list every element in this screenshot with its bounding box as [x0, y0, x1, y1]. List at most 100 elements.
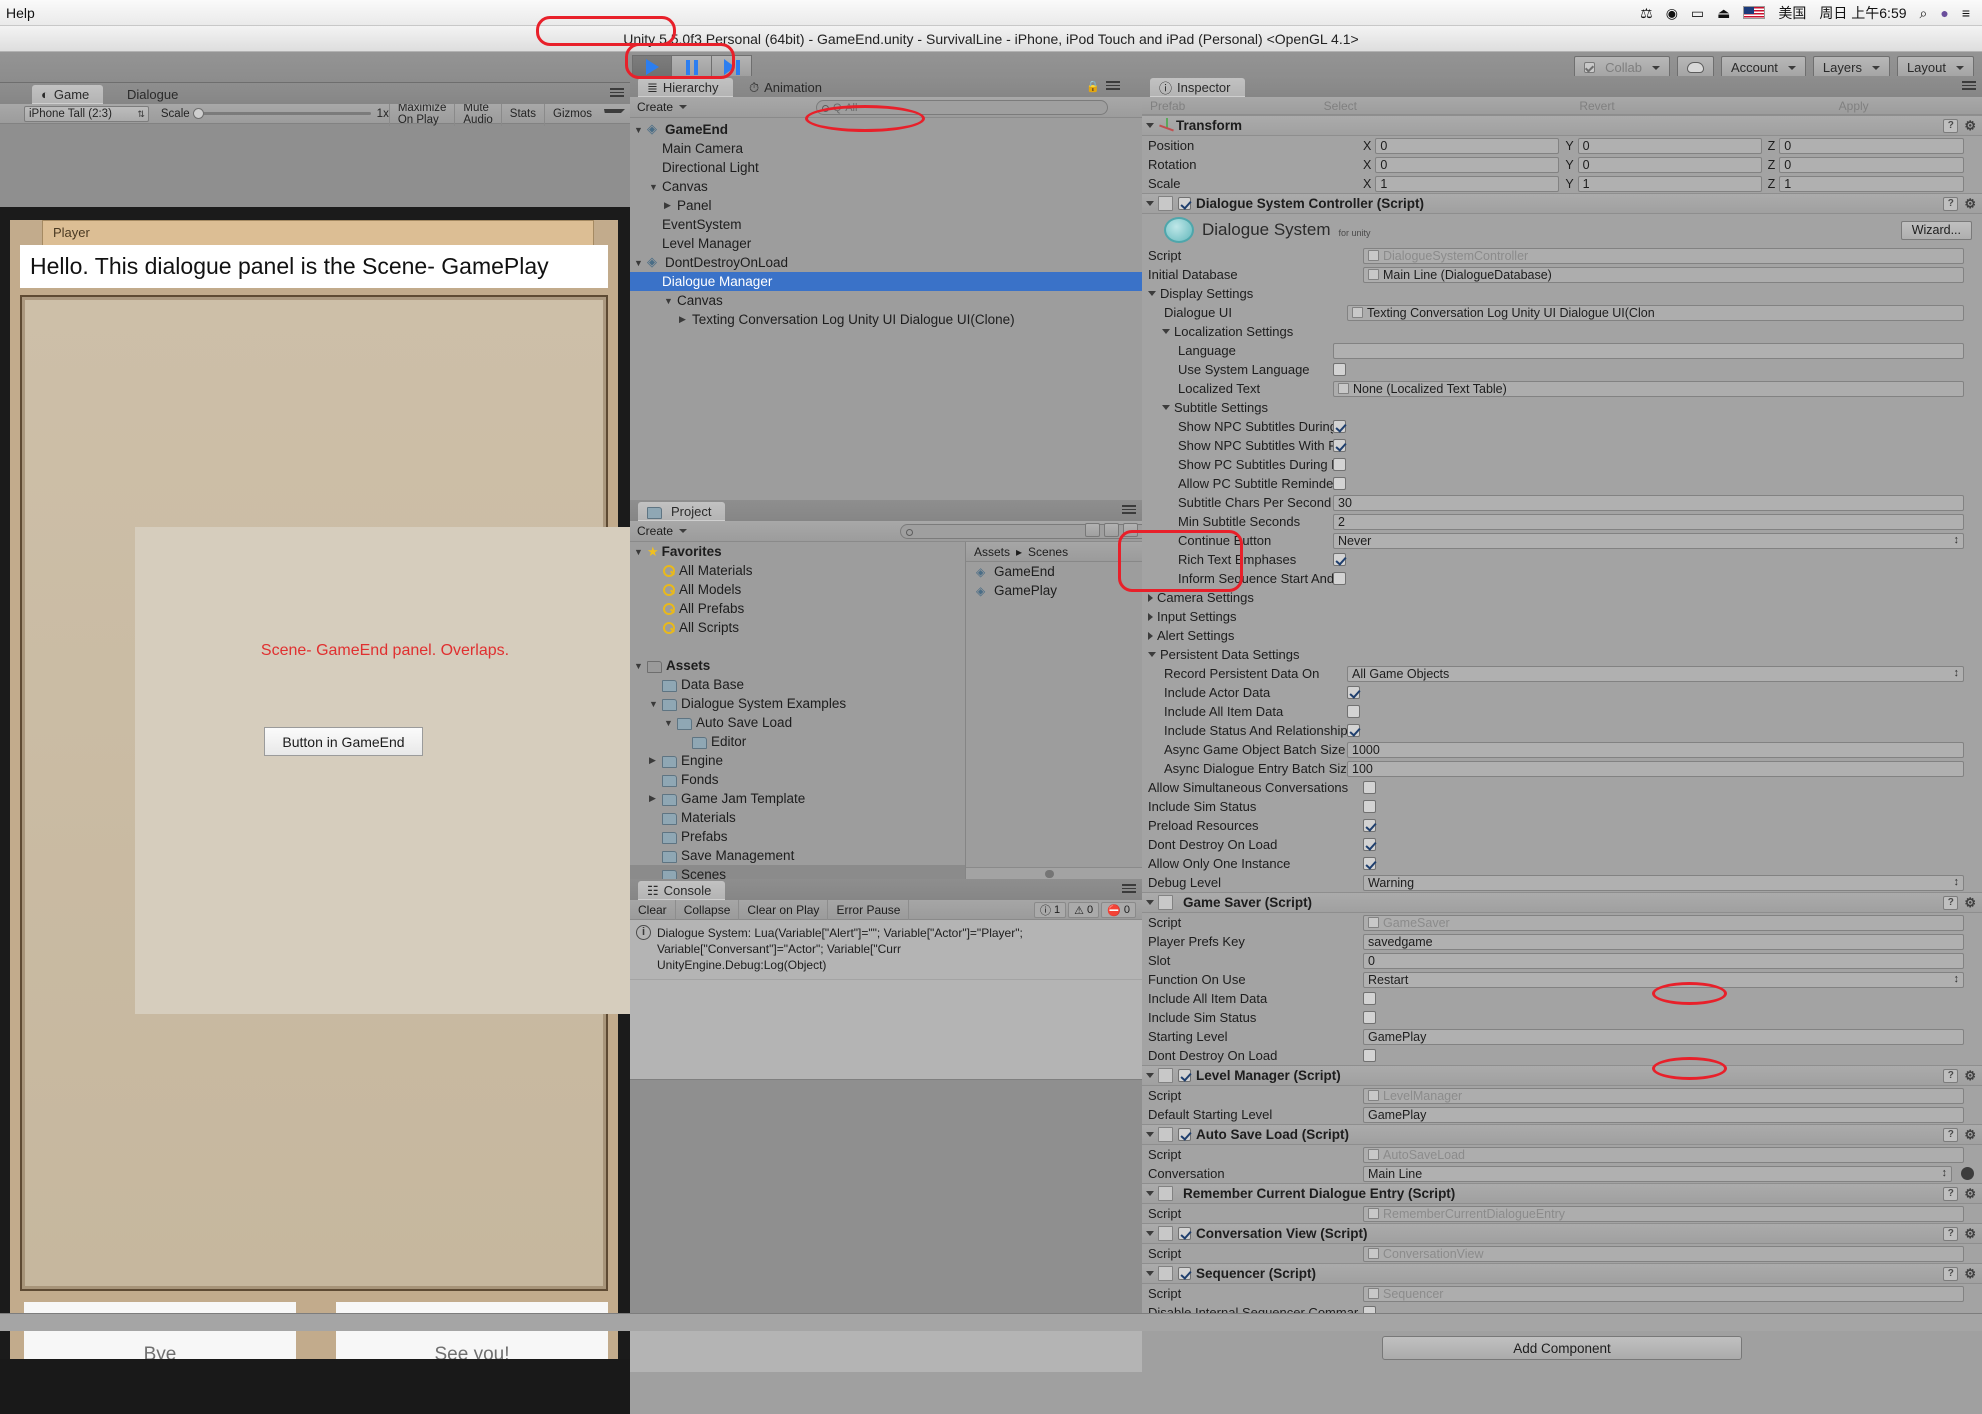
dropdown-continue-button[interactable]: Never [1333, 533, 1964, 549]
checkbox-include-actor-data[interactable] [1347, 686, 1360, 699]
gear-icon[interactable]: ⚙ [1964, 1186, 1976, 1202]
prefab-apply-button[interactable]: Apply [1725, 99, 1982, 113]
notification-center-icon[interactable]: ≡ [1962, 6, 1970, 20]
wifi-icon[interactable]: ◉ [1666, 6, 1678, 20]
tab-project[interactable]: Project [638, 502, 725, 521]
dropdown-function-on-use[interactable]: Restart [1363, 972, 1964, 988]
object-field-script[interactable]: RememberCurrentDialogueEntry [1363, 1206, 1964, 1222]
hierarchy-item-dontdestroyonload[interactable]: DontDestroyOnLoad [630, 253, 1142, 272]
filter-by-label-icon[interactable] [1104, 523, 1119, 537]
hierarchy-item-canvas[interactable]: Canvas [630, 177, 1142, 196]
chevron-down-icon[interactable] [1146, 123, 1154, 128]
project-item-auto-save-load[interactable]: Auto Save Load [630, 713, 965, 732]
component-header-auto-save-load-script[interactable]: Auto Save Load (Script)?⚙ [1142, 1124, 1982, 1145]
help-icon[interactable]: ? [1943, 1227, 1958, 1241]
checkbox-preload-resources[interactable] [1363, 819, 1376, 832]
component-enabled-checkbox[interactable] [1178, 1069, 1191, 1082]
error-pause-button[interactable]: Error Pause [828, 900, 909, 920]
tab-hierarchy[interactable]: ≣ Hierarchy [638, 78, 733, 97]
chevron-down-icon[interactable] [1146, 1231, 1154, 1236]
chevron-down-icon[interactable] [649, 699, 662, 709]
game-render-area[interactable]: Player Hello. This dialogue panel is the… [0, 207, 630, 1414]
help-icon[interactable]: ? [1943, 1128, 1958, 1142]
panel-options-icon[interactable] [1122, 884, 1136, 895]
project-folder-tree[interactable]: ★FavoritesAll MaterialsAll ModelsAll Pre… [630, 542, 966, 879]
chevron-down-icon[interactable] [1146, 1132, 1154, 1137]
maximize-on-play-button[interactable]: Maximize On Play [389, 102, 455, 126]
project-item-materials[interactable]: Materials [630, 808, 965, 827]
project-asset-pane[interactable]: Assets ▸ Scenes ◈GameEnd◈GamePlay [966, 542, 1142, 879]
component-header-remember-current-dialogue-entry-script[interactable]: Remember Current Dialogue Entry (Script)… [1142, 1183, 1982, 1204]
object-field-script[interactable]: AutoSaveLoad [1363, 1147, 1964, 1163]
chevron-right-icon[interactable] [649, 793, 662, 804]
transform-position-x[interactable]: 0 [1375, 138, 1559, 154]
foldout-subtitle-settings[interactable]: Subtitle Settings [1142, 398, 1982, 417]
transform-position-z[interactable]: 0 [1779, 138, 1964, 154]
tab-dialogue[interactable]: Dialogue [118, 85, 192, 104]
lock-icon[interactable]: 🔒 [1086, 80, 1100, 93]
collapse-button[interactable]: Collapse [676, 900, 740, 920]
chevron-right-icon[interactable] [664, 200, 677, 211]
stats-button[interactable]: Stats [501, 102, 544, 126]
dropdown-debug-level[interactable]: Warning [1363, 875, 1964, 891]
checkbox-show-npc-subtitles-with-respc[interactable] [1333, 439, 1346, 452]
project-item-all-materials[interactable]: All Materials [630, 561, 965, 580]
checkbox-rich-text-emphases[interactable] [1333, 553, 1346, 566]
slider-knob[interactable] [193, 108, 204, 119]
text-field-player-prefs-key[interactable]: savedgame [1363, 934, 1964, 950]
help-icon[interactable]: ? [1943, 1267, 1958, 1281]
scale-slider[interactable] [196, 112, 371, 115]
project-item-engine[interactable]: Engine [630, 751, 965, 770]
create-button[interactable]: Create [630, 100, 694, 114]
object-field-script[interactable]: ConversationView [1363, 1246, 1964, 1262]
text-field-async-dialogue-entry-batch-size[interactable]: 100 [1347, 761, 1964, 777]
spotlight-icon[interactable]: ⌕ [1920, 6, 1928, 20]
siri-icon[interactable]: ● [1940, 6, 1948, 20]
checkbox-allow-only-one-instance[interactable] [1363, 857, 1376, 870]
list-item[interactable]: i Dialogue System: Lua(Variable["Alert"]… [630, 920, 1142, 980]
foldout-display-settings[interactable]: Display Settings [1142, 284, 1982, 303]
chevron-down-icon[interactable] [634, 125, 647, 135]
asset-item-gameplay[interactable]: ◈GamePlay [966, 581, 1142, 600]
hierarchy-item-eventsystem[interactable]: EventSystem [630, 215, 1142, 234]
prefab-select-button[interactable]: Select [1212, 99, 1469, 113]
chevron-down-icon[interactable] [604, 109, 625, 113]
checkbox-include-status-and-relationship[interactable] [1347, 724, 1360, 737]
component-enabled-checkbox[interactable] [1178, 1227, 1191, 1240]
foldout-input-settings[interactable]: Input Settings [1142, 607, 1982, 626]
transform-scale-z[interactable]: 1 [1779, 176, 1964, 192]
component-header-sequencer-script[interactable]: Sequencer (Script)?⚙ [1142, 1263, 1982, 1284]
chevron-down-icon[interactable] [1162, 405, 1170, 410]
tab-game[interactable]: ◐ Game [32, 85, 103, 104]
component-enabled-checkbox[interactable] [1178, 1267, 1191, 1280]
add-component-button[interactable]: Add Component [1382, 1336, 1742, 1360]
object-field-script[interactable]: LevelManager [1363, 1088, 1964, 1104]
favorite-icon[interactable] [1123, 523, 1138, 537]
panel-options-icon[interactable] [610, 88, 624, 99]
dropdown-record-persistent-data-on[interactable]: All Game Objects [1347, 666, 1964, 682]
text-field-default-starting-level[interactable]: GamePlay [1363, 1107, 1964, 1123]
hierarchy-item-main-camera[interactable]: Main Camera [630, 139, 1142, 158]
hierarchy-item-canvas[interactable]: Canvas [630, 291, 1142, 310]
transform-scale-x[interactable]: 1 [1375, 176, 1559, 192]
chevron-down-icon[interactable] [664, 718, 677, 728]
gear-icon[interactable]: ⚙ [1964, 1266, 1976, 1282]
checkbox-inform-sequence-start-and-en[interactable] [1333, 572, 1346, 585]
help-icon[interactable]: ? [1943, 119, 1958, 133]
mute-audio-button[interactable]: Mute Audio [454, 102, 500, 126]
tab-inspector[interactable]: ⓘ Inspector [1150, 78, 1245, 97]
clear-button[interactable]: Clear [630, 900, 676, 920]
hierarchy-item-panel[interactable]: Panel [630, 196, 1142, 215]
chevron-down-icon[interactable] [649, 182, 662, 192]
menu-help[interactable]: Help [6, 5, 35, 21]
hierarchy-search-input[interactable]: Q·All [816, 100, 1108, 115]
help-icon[interactable]: ? [1943, 1187, 1958, 1201]
wizard-button[interactable]: Wizard... [1901, 221, 1972, 240]
project-item-assets[interactable]: Assets [630, 656, 965, 675]
chevron-down-icon[interactable] [664, 296, 677, 306]
project-item-scenes[interactable]: Scenes [630, 865, 965, 879]
project-item-favorites[interactable]: ★Favorites [630, 542, 965, 561]
hierarchy-tree[interactable]: GameEndMain CameraDirectional LightCanva… [630, 118, 1142, 329]
eject-icon[interactable]: ⏏ [1717, 6, 1730, 20]
button-in-gameend[interactable]: Button in GameEnd [264, 727, 423, 756]
